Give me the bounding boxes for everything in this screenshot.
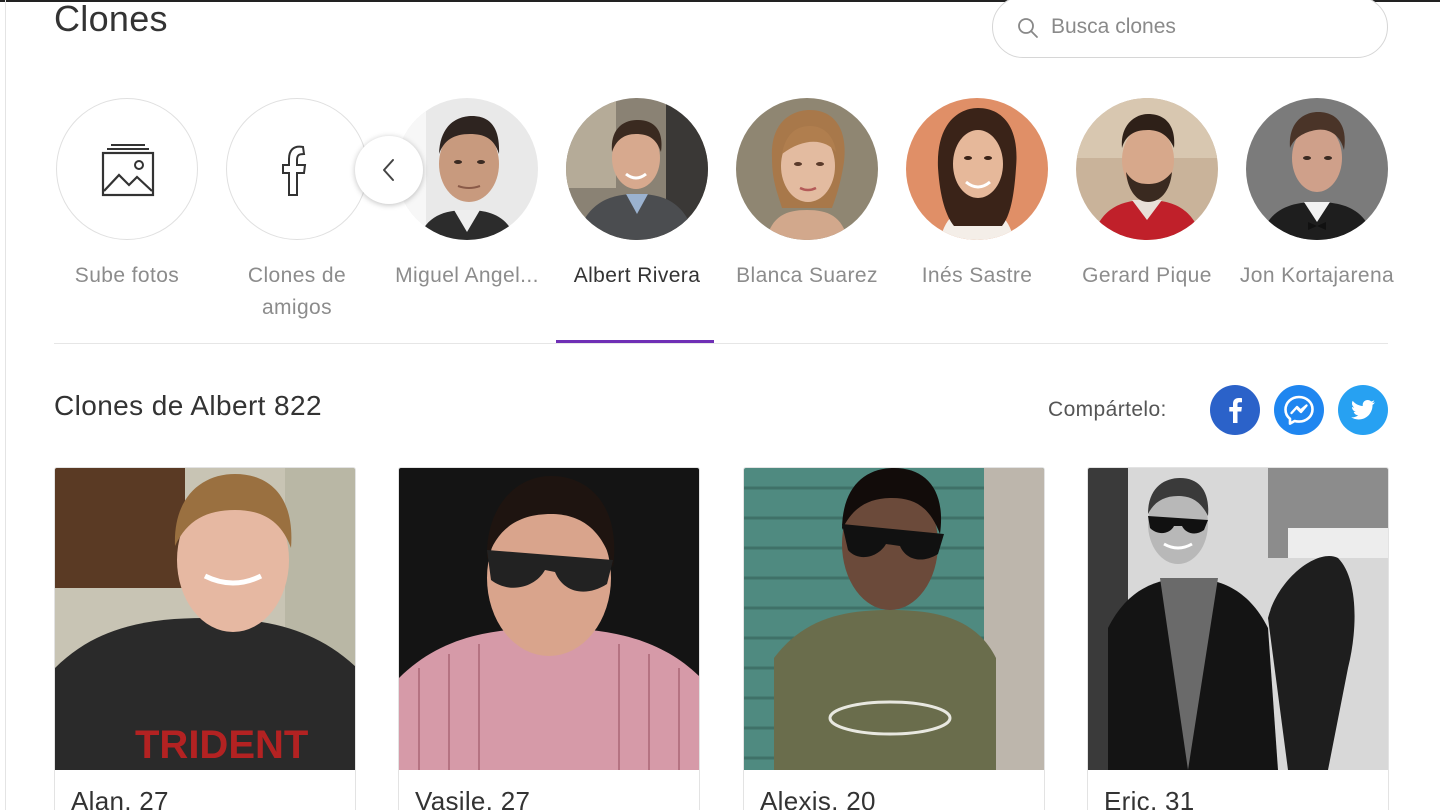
clone-card[interactable]: Eric, 31: [1087, 467, 1389, 810]
celebrity-avatar[interactable]: [566, 98, 708, 240]
upload-photos-item[interactable]: Sube fotos: [46, 98, 206, 344]
friends-clones-circle[interactable]: [226, 98, 368, 240]
friends-clones-item[interactable]: Clones de amigos: [216, 98, 376, 344]
clone-photo[interactable]: [399, 468, 700, 770]
search-icon: [1018, 18, 1038, 38]
share-messenger-button[interactable]: [1274, 385, 1324, 435]
celebrity-avatar[interactable]: [736, 98, 878, 240]
results-title: Clones de Albert 822: [54, 390, 322, 421]
clone-photo[interactable]: TRIDENT: [55, 468, 356, 770]
celebrity-label: Gerard Pique: [1082, 264, 1212, 287]
share-facebook-button[interactable]: [1210, 385, 1260, 435]
celebrity-item-active[interactable]: Albert Rivera: [556, 98, 716, 344]
content-left-border: [5, 0, 6, 810]
share-label: Compártelo:: [1048, 398, 1167, 421]
celebrity-label: Inés Sastre: [921, 264, 1033, 287]
clone-photo[interactable]: [744, 468, 1045, 770]
upload-photos-label: Sube fotos: [74, 264, 180, 287]
search-box[interactable]: [992, 0, 1388, 58]
celebrity-item[interactable]: Jon Kortajarena: [1236, 98, 1396, 344]
clone-card[interactable]: TRIDENT Alan, 27: [54, 467, 356, 810]
celebrity-item[interactable]: Blanca Suarez: [726, 98, 886, 344]
clone-name: Vasile, 27: [415, 786, 531, 810]
celebrity-label: Jon Kortajarena: [1239, 264, 1395, 287]
friends-clones-label: Clones de amigos: [247, 264, 347, 319]
page-title: Clones: [54, 0, 168, 39]
clone-name: Eric, 31: [1104, 786, 1195, 810]
celebrity-item[interactable]: Miguel Angel...: [386, 98, 546, 344]
celebrity-avatar[interactable]: [1076, 98, 1218, 240]
clone-name: Alan, 27: [71, 786, 169, 810]
svg-text:TRIDENT: TRIDENT: [135, 723, 308, 767]
celebrity-label: Albert Rivera: [573, 264, 701, 287]
clone-photo[interactable]: [1088, 468, 1389, 770]
clone-card[interactable]: Vasile, 27: [398, 467, 700, 810]
clone-card[interactable]: Alexis, 20: [743, 467, 1045, 810]
celebrity-avatar[interactable]: [906, 98, 1048, 240]
image-icon: [101, 144, 155, 197]
facebook-icon: [1229, 398, 1242, 423]
celebrity-avatar[interactable]: [1246, 98, 1388, 240]
share-twitter-button[interactable]: [1338, 385, 1388, 435]
section-divider: [54, 343, 1388, 344]
twitter-icon: [1351, 400, 1375, 420]
upload-photos-circle[interactable]: [56, 98, 198, 240]
carousel-prev-button[interactable]: [355, 136, 423, 204]
search-input[interactable]: [1051, 9, 1371, 45]
messenger-icon: [1284, 395, 1314, 425]
celebrity-item[interactable]: Inés Sastre: [896, 98, 1056, 344]
celebrity-label: Blanca Suarez: [736, 264, 878, 287]
chevron-left-icon: [383, 159, 394, 181]
clones-strip: Sube fotos Clones de amigos Miguel Angel…: [54, 98, 1394, 348]
celebrity-item[interactable]: Gerard Pique: [1066, 98, 1226, 344]
clone-name: Alexis, 20: [760, 786, 876, 810]
celebrity-label: Miguel Angel...: [395, 264, 539, 287]
facebook-icon: [282, 145, 307, 196]
